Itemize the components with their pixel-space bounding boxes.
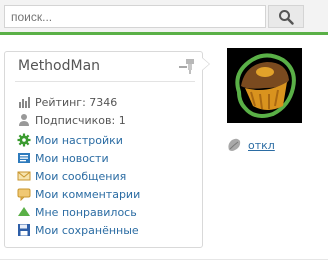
menu-item-settings[interactable]: Мои настройки bbox=[17, 132, 123, 148]
search-button[interactable] bbox=[268, 5, 304, 28]
news-icon bbox=[17, 151, 31, 165]
bottom-divider bbox=[0, 259, 328, 260]
menu-item-messages[interactable]: Мои сообщения bbox=[17, 168, 126, 184]
menu-item-liked[interactable]: Мне понравилось bbox=[17, 204, 137, 220]
status-icon bbox=[228, 138, 241, 151]
avatar[interactable] bbox=[227, 48, 302, 123]
gear-icon bbox=[17, 133, 31, 147]
status-toggle-link[interactable]: откл bbox=[248, 139, 275, 152]
user-icon bbox=[17, 113, 31, 127]
menu-item-label: Мои новости bbox=[35, 151, 109, 165]
menu-item-label: Мои настройки bbox=[35, 133, 123, 147]
menu-item-label: Мои сообщения bbox=[35, 169, 127, 183]
username: MethodMan bbox=[18, 58, 101, 74]
rating-row: Рейтинг: 7346 bbox=[17, 94, 117, 110]
panel-pointer-inner bbox=[202, 58, 209, 70]
menu-item-comments[interactable]: Мои комментарии bbox=[17, 186, 140, 202]
pin-icon[interactable] bbox=[177, 57, 197, 75]
search-icon bbox=[279, 9, 294, 25]
floppy-icon bbox=[17, 223, 31, 237]
cupcake-icon bbox=[235, 53, 296, 118]
subscribers-text: Подписчиков: 1 bbox=[35, 113, 126, 127]
menu-item-news[interactable]: Мои новости bbox=[17, 150, 109, 166]
search-input[interactable] bbox=[4, 5, 266, 28]
menu-item-label: Мои сохранённые bbox=[35, 223, 139, 237]
comment-icon bbox=[17, 187, 31, 202]
subscribers-row: Подписчиков: 1 bbox=[17, 112, 126, 128]
menu-item-saved[interactable]: Мои сохранённые bbox=[17, 222, 139, 238]
user-menu-panel: MethodMan Рейтинг: 7346 Подписчиков: 1 М… bbox=[4, 51, 203, 248]
envelope-icon bbox=[17, 169, 31, 183]
status-row: откл bbox=[226, 137, 275, 153]
menu-item-label: Мне понравилось bbox=[35, 205, 137, 219]
bar-chart-icon bbox=[17, 95, 31, 109]
thumb-up-icon bbox=[17, 205, 31, 219]
menu-item-label: Мои комментарии bbox=[35, 187, 141, 201]
divider bbox=[15, 81, 195, 82]
rating-text: Рейтинг: 7346 bbox=[35, 95, 118, 109]
